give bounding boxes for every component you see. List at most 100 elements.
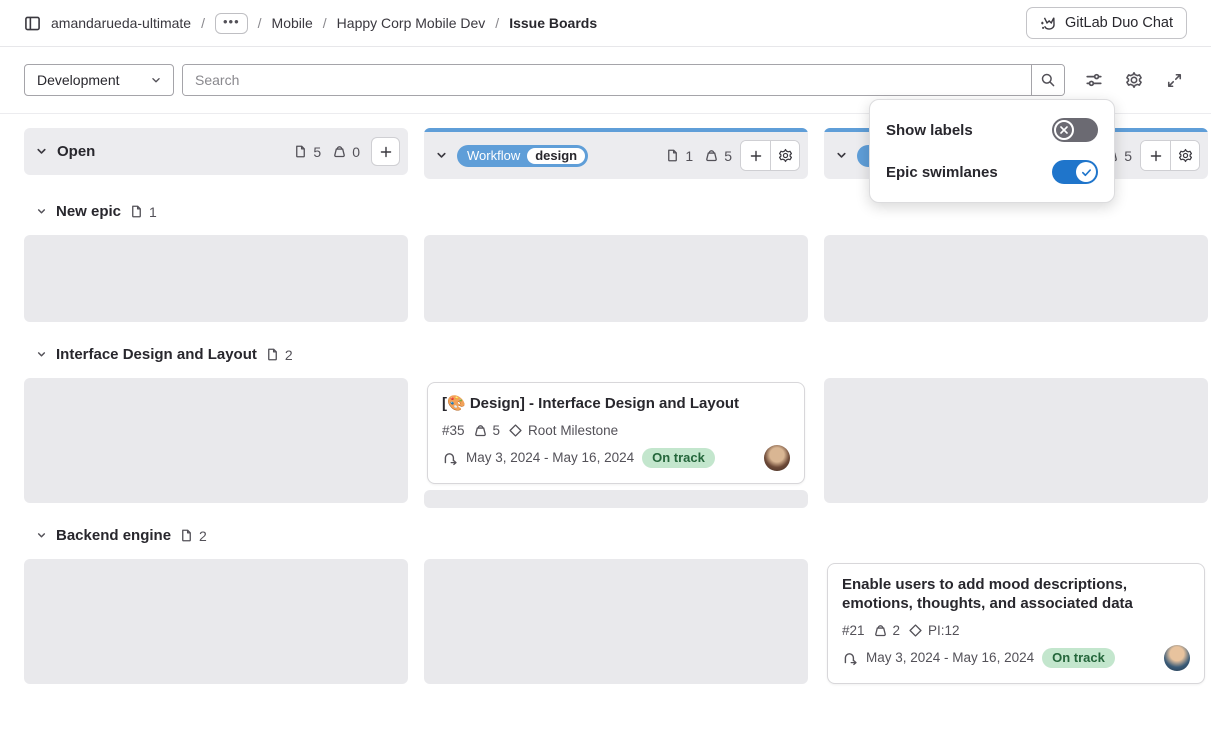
breadcrumb-separator: / [201, 15, 205, 31]
column-issue-count: 1 [685, 148, 693, 164]
top-bar: amandarueda-ultimate / ••• / Mobile / Ha… [0, 0, 1211, 47]
status-badge: On track [1042, 648, 1115, 668]
breadcrumb-current-page: Issue Boards [509, 15, 597, 31]
milestone-icon [508, 423, 523, 438]
weight-icon [704, 148, 719, 163]
issue-card-title: [🎨 Design] - Interface Design and Layout [442, 395, 790, 414]
column-weight-count: 5 [1124, 148, 1132, 164]
column-weight-count: 0 [352, 144, 360, 160]
issue-date-range: May 3, 2024 - May 16, 2024 [866, 650, 1034, 665]
empty-list-cell[interactable] [424, 235, 808, 322]
add-issue-button[interactable] [371, 137, 400, 166]
list-cell-with-card: [🎨 Design] - Interface Design and Layout… [424, 378, 808, 503]
check-icon [1081, 167, 1092, 178]
swimlane-issue-count: 2 [285, 347, 293, 363]
swimlane-issue-count: 1 [149, 204, 157, 220]
weight-icon [873, 623, 888, 638]
duo-chat-tanuki-icon [1040, 15, 1057, 32]
column-title: Open [57, 143, 95, 160]
swimlane-header-new-epic: New epic 1 [35, 203, 1211, 220]
issue-count-icon [129, 204, 144, 219]
empty-list-cell[interactable] [24, 559, 408, 684]
show-labels-label: Show labels [886, 122, 973, 139]
breadcrumb-separator: / [258, 15, 262, 31]
assignee-avatar[interactable] [1164, 645, 1190, 671]
empty-list-cell[interactable] [24, 235, 408, 322]
empty-list-cell[interactable] [824, 235, 1208, 322]
collapse-swimlane-chevron-icon[interactable] [35, 205, 48, 218]
sliders-icon [1085, 71, 1103, 89]
swimlane-title: New epic [56, 203, 121, 220]
search-button[interactable] [1031, 65, 1064, 95]
issue-count-icon [293, 144, 308, 159]
expand-board-button[interactable] [1161, 67, 1187, 93]
column-scoped-label[interactable]: Workflow design [457, 145, 588, 167]
empty-list-cell[interactable] [24, 378, 408, 503]
issue-card-title: Enable users to add mood descriptions, e… [842, 576, 1190, 614]
iteration-icon [442, 450, 458, 466]
board-settings-button[interactable] [1121, 67, 1147, 93]
breadcrumb-group[interactable]: Mobile [272, 15, 313, 31]
duo-chat-label: GitLab Duo Chat [1065, 15, 1173, 31]
issue-card-mood-descriptions[interactable]: Enable users to add mood descriptions, e… [827, 563, 1205, 684]
filter-search-group [182, 64, 1065, 96]
issue-reference: #21 [842, 623, 865, 638]
issue-weight: 5 [493, 423, 501, 438]
gear-icon [778, 148, 793, 163]
issue-weight: 2 [893, 623, 901, 638]
breadcrumb-subproject[interactable]: Happy Corp Mobile Dev [337, 15, 486, 31]
swimlane-title: Backend engine [56, 527, 171, 544]
card-drop-zone[interactable] [424, 490, 808, 508]
empty-list-cell[interactable] [424, 559, 808, 684]
collapse-column-chevron-icon[interactable] [434, 148, 449, 163]
board-switcher-value: Development [37, 72, 120, 88]
gear-icon [1125, 71, 1143, 89]
search-input[interactable] [183, 65, 1031, 95]
label-scope: Workflow [457, 145, 527, 167]
collapse-swimlane-chevron-icon[interactable] [35, 348, 48, 361]
weight-icon [473, 423, 488, 438]
empty-list-cell[interactable] [824, 378, 1208, 503]
x-icon [1059, 125, 1069, 135]
issue-date-range: May 3, 2024 - May 16, 2024 [466, 450, 634, 465]
issue-count-icon [665, 148, 680, 163]
gitlab-duo-chat-button[interactable]: GitLab Duo Chat [1026, 7, 1187, 39]
breadcrumb-ellipsis-button[interactable]: ••• [215, 13, 248, 34]
breadcrumb: amandarueda-ultimate / ••• / Mobile / Ha… [24, 13, 597, 34]
board-switcher-dropdown[interactable]: Development [24, 64, 174, 96]
swimlane-row-backend-engine: Enable users to add mood descriptions, e… [24, 559, 1211, 684]
list-settings-button[interactable] [1170, 141, 1199, 170]
issue-milestone: PI:12 [928, 623, 960, 638]
status-badge: On track [642, 448, 715, 468]
list-settings-button[interactable] [770, 141, 799, 170]
add-issue-button[interactable] [1141, 141, 1170, 170]
plus-icon [749, 149, 763, 163]
sort-preferences-button[interactable] [1081, 67, 1107, 93]
show-labels-toggle[interactable] [1052, 118, 1098, 142]
board-view-settings-popover: Show labels Epic swimlanes [869, 99, 1115, 203]
iteration-icon [842, 650, 858, 666]
weight-icon [332, 144, 347, 159]
swimlane-issue-count: 2 [199, 528, 207, 544]
collapse-column-chevron-icon[interactable] [834, 148, 849, 163]
epic-swimlanes-toggle[interactable] [1052, 160, 1098, 184]
column-weight-count: 5 [724, 148, 732, 164]
plus-icon [379, 145, 393, 159]
issue-card-design-interface[interactable]: [🎨 Design] - Interface Design and Layout… [427, 382, 805, 484]
list-cell-with-card: Enable users to add mood descriptions, e… [824, 559, 1208, 684]
sidebar-toggle-icon[interactable] [24, 15, 41, 32]
collapse-column-chevron-icon[interactable] [34, 144, 49, 159]
issue-milestone: Root Milestone [528, 423, 618, 438]
toolbar-actions [1081, 67, 1187, 93]
collapse-swimlane-chevron-icon[interactable] [35, 529, 48, 542]
swimlane-header-interface-design: Interface Design and Layout 2 [35, 346, 1211, 363]
add-issue-button[interactable] [741, 141, 770, 170]
assignee-avatar[interactable] [764, 445, 790, 471]
label-value: design [527, 148, 585, 164]
breadcrumb-project-root[interactable]: amandarueda-ultimate [51, 15, 191, 31]
milestone-icon [908, 623, 923, 638]
plus-icon [1149, 149, 1163, 163]
epic-swimlanes-label: Epic swimlanes [886, 164, 998, 181]
chevron-down-icon [149, 73, 163, 87]
swimlane-row-new-epic [24, 235, 1211, 322]
